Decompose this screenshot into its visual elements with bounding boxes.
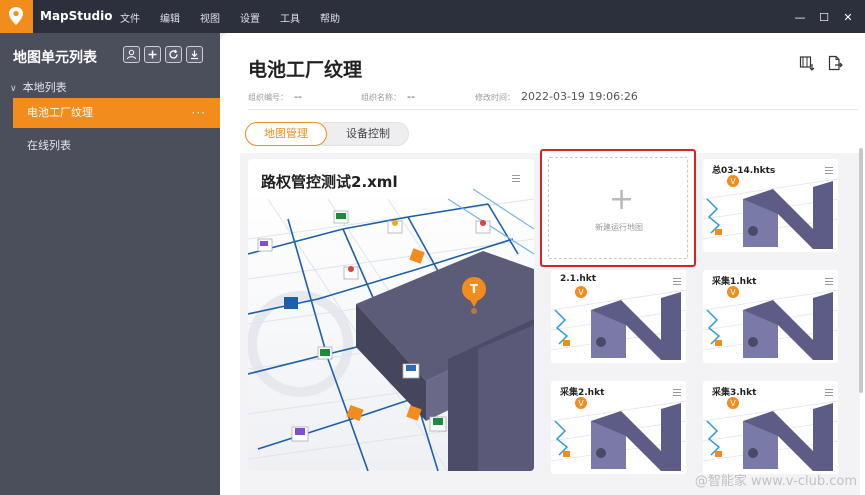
map-card-title: 采集1.hkt — [712, 277, 757, 287]
map-card-title: 采集3.hkt — [712, 388, 757, 398]
menu-view[interactable]: 视图 — [200, 10, 220, 25]
sidebar-title: 地图单元列表 — [13, 50, 97, 66]
download-icon[interactable] — [186, 46, 203, 63]
tab-bar: 地图管理 设备控制 — [245, 122, 409, 146]
menu-tools[interactable]: 工具 — [280, 10, 300, 25]
group-name-value: -- — [407, 90, 415, 103]
tab-device-control[interactable]: 设备控制 — [313, 122, 409, 146]
sidebar-toolbar — [123, 46, 207, 63]
svg-text:V: V — [578, 399, 584, 408]
app-name: MapStudio — [40, 9, 113, 23]
menu-file[interactable]: 文件 — [120, 10, 140, 25]
vertical-scrollbar[interactable] — [859, 148, 863, 393]
main-panel: 电池工厂纹理 组织编号： -- 组织名称： -- 修改时间： 2022-03-1… — [220, 33, 865, 495]
chevron-down-icon: ∨ — [10, 84, 17, 94]
import-map-icon[interactable] — [799, 55, 815, 71]
menu-icon[interactable] — [825, 387, 835, 397]
map-card-featured[interactable]: T 路权管控测试2.xml — [248, 159, 534, 471]
group-name-label: 组织名称： — [361, 93, 401, 102]
meta-info: 组织编号： -- 组织名称： -- 修改时间： 2022-03-19 19:06… — [248, 90, 638, 103]
menu-edit[interactable]: 编辑 — [160, 10, 180, 25]
svg-text:V: V — [730, 399, 736, 408]
page-title: 电池工厂纹理 — [248, 59, 363, 81]
menu-settings[interactable]: 设置 — [240, 10, 260, 25]
map-card[interactable]: V 采集2.hkt — [551, 381, 686, 474]
header-divider — [248, 109, 858, 110]
map-card-title: 2.1.hkt — [560, 274, 597, 284]
group-id-label: 组织编号： — [248, 93, 288, 102]
group-id-value: -- — [294, 90, 302, 103]
maximize-icon[interactable]: ☐ — [813, 8, 835, 26]
map-card-title: 路权管控测试2.xml — [261, 173, 398, 191]
refresh-icon[interactable] — [165, 46, 182, 63]
svg-text:V: V — [730, 177, 736, 186]
menu-icon[interactable] — [825, 276, 835, 286]
app-logo — [0, 0, 33, 33]
header-actions — [787, 55, 843, 71]
menu-help[interactable]: 帮助 — [320, 10, 340, 25]
tree-group-local-label: 本地列表 — [22, 81, 67, 94]
menu-icon[interactable] — [673, 387, 683, 397]
menu-icon[interactable] — [512, 173, 522, 183]
sidebar: 地图单元列表 ∨ 本地列表 电池工厂纹理 ··· 在线列表 — [0, 33, 220, 495]
map-grid: T 路权管控测试2.xml + 新建运行地图 V 总03-14.hkts V 2… — [240, 149, 860, 495]
title-bar: MapStudio 文件 编辑 视图 设置 工具 帮助 — ☐ ✕ — [0, 0, 865, 33]
menu-icon[interactable] — [825, 165, 835, 175]
export-file-icon[interactable] — [827, 55, 843, 71]
add-icon[interactable] — [144, 46, 161, 63]
svg-text:T: T — [470, 282, 479, 296]
svg-text:V: V — [578, 288, 584, 297]
svg-text:V: V — [730, 288, 736, 297]
tab-map-management[interactable]: 地图管理 — [245, 122, 327, 146]
sidebar-item-label: 电池工厂纹理 — [27, 106, 93, 119]
plus-icon: + — [609, 182, 635, 217]
tree-group-local[interactable]: ∨ 本地列表 — [10, 79, 67, 95]
map-preview-illustration: T — [248, 188, 534, 471]
new-map-label: 新建运行地图 — [595, 223, 643, 232]
map-card[interactable]: V 总03-14.hkts — [703, 159, 838, 252]
map-card[interactable]: V 采集3.hkt — [703, 381, 838, 474]
watermark: @智能家 www.v-club.com — [694, 474, 857, 489]
main-area: 电池工厂纹理 组织编号： -- 组织名称： -- 修改时间： 2022-03-1… — [220, 33, 865, 495]
new-map-button[interactable]: + 新建运行地图 — [540, 149, 696, 267]
map-card-title: 采集2.hkt — [560, 388, 605, 398]
sidebar-item-battery-factory[interactable]: 电池工厂纹理 ··· — [13, 98, 220, 128]
map-card[interactable]: V 采集1.hkt — [703, 270, 838, 363]
more-options-icon[interactable]: ··· — [192, 98, 206, 128]
window-controls: — ☐ ✕ — [787, 8, 859, 26]
modified-time-value: 2022-03-19 19:06:26 — [521, 90, 638, 103]
tree-group-online[interactable]: 在线列表 — [27, 137, 71, 153]
close-icon[interactable]: ✕ — [837, 8, 859, 26]
menu-bar: 文件 编辑 视图 设置 工具 帮助 — [120, 10, 360, 25]
modified-time-label: 修改时间： — [475, 93, 515, 102]
location-pin-icon — [9, 7, 23, 25]
new-map-dropzone: + 新建运行地图 — [548, 157, 688, 259]
map-card[interactable]: V 2.1.hkt — [551, 270, 686, 363]
user-icon[interactable] — [123, 46, 140, 63]
minimize-icon[interactable]: — — [789, 8, 811, 26]
menu-icon[interactable] — [673, 276, 683, 286]
map-card-title: 总03-14.hkts — [712, 166, 776, 176]
